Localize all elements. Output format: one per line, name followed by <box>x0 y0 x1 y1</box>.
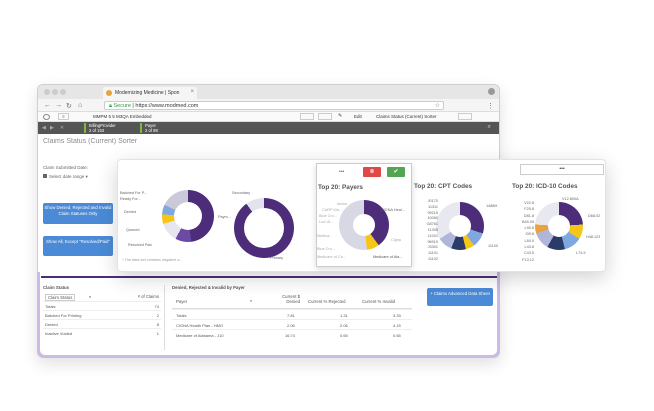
icd-donut[interactable] <box>535 202 583 250</box>
chart-label: Queued <box>126 228 140 232</box>
browser-tab[interactable]: Modernizing Medicine | Spon × <box>103 87 197 99</box>
claim-status-donut[interactable] <box>162 190 214 242</box>
chart-label: H48.123 <box>586 235 601 239</box>
chart-label: CIGNA Heal... <box>381 208 405 212</box>
frame-outline <box>37 272 500 358</box>
bookmark-star-icon[interactable]: ☆ <box>435 102 440 109</box>
chart-label: 11102 <box>428 256 438 261</box>
chart-label: Denied <box>124 210 137 214</box>
chart-label: Loc/ Al... <box>319 220 334 224</box>
back-icon[interactable]: ← <box>44 102 51 109</box>
chart-label: V12.800A <box>562 197 579 201</box>
show-all-label: Show All, Except "Resolved/Paid" <box>46 239 110 244</box>
home-icon[interactable]: ⌂ <box>78 102 82 109</box>
url-text: https://www.modmed.com <box>135 103 199 109</box>
confirm-selection-button[interactable]: ✔ <box>387 167 405 177</box>
chart-label: Aetna <box>337 202 347 206</box>
chart-label: Blue Cro... <box>319 214 337 218</box>
chart-label: CARP Ma... <box>322 208 342 212</box>
charts-card: Batched For P... Ready For... Denied Que… <box>117 159 606 272</box>
app-toolbar: ≡ MMPM 5 5 M3QA Embedded ✎ Edit Claims S… <box>38 112 499 122</box>
selection-value: 2 of 98 <box>145 128 158 133</box>
chart-label: Blue Cro... <box>317 247 335 251</box>
selection-value: 2 of 153 <box>89 128 105 133</box>
list-icon[interactable]: ≡ <box>58 113 69 120</box>
chart-label: Medica... <box>317 234 333 238</box>
sheet-selector[interactable]: Claims Status (Current) Sorter <box>376 114 454 119</box>
chart-label: Cigna <box>391 238 401 242</box>
search-icon[interactable]: ⌕ <box>488 124 491 131</box>
donut-hole <box>244 208 284 248</box>
donut-hole <box>353 214 375 236</box>
nav-bar: ← → ↻ ⌂ 🔒︎ Secure | https://www.modmed.c… <box>38 99 499 112</box>
sheet-list-icon[interactable] <box>458 113 472 120</box>
app-label[interactable]: MMPM 5 5 M3QA Embedded <box>93 114 152 119</box>
sheet-icon[interactable] <box>318 113 332 120</box>
clear-selections-icon[interactable]: ✕ <box>60 125 64 131</box>
cpt-donut[interactable] <box>436 202 484 250</box>
chart-label: 11100 <box>488 244 498 248</box>
more-options-icon: ••• <box>559 166 565 172</box>
cpt-left-labels: J0170 11311 99215 10060 G8761 11305 1100… <box>418 199 438 263</box>
show-denied-button[interactable]: Show Denied, Rejected and Invalid Claim … <box>43 203 113 224</box>
menu-icon[interactable]: ⋮ <box>487 102 494 110</box>
icd-left-labels: V22.8 F25.8 D81.8 B45.09 L90.8 I09.8 L84… <box>514 200 534 263</box>
selections-back-icon[interactable]: ◀ <box>42 125 46 131</box>
chart-label: Secondary <box>232 191 251 195</box>
chart-label: F13.12 <box>522 257 534 262</box>
window-dot-icon[interactable] <box>52 89 58 95</box>
donut-hole <box>174 202 202 230</box>
icd-chart-title: Top 20: ICD-10 Codes <box>512 183 578 190</box>
cpt-chart-title: Top 20: CPT Codes <box>414 183 473 190</box>
chart-label: L74.9 <box>576 251 586 255</box>
window-dot-icon[interactable] <box>44 89 50 95</box>
tab-title: Modernizing Medicine | Spon <box>115 90 180 96</box>
primary-secondary-donut[interactable] <box>234 198 294 258</box>
calendar-icon <box>43 174 47 178</box>
chart-label: Medicare of Ca... <box>317 255 346 259</box>
pencil-icon[interactable]: ✎ <box>338 113 342 119</box>
date-label: Claim Submitted Date: <box>43 165 89 170</box>
donut-hole <box>449 215 471 237</box>
chart-label: Batched For P... <box>120 191 147 195</box>
chart-label: Primary <box>270 256 284 260</box>
donut-hole <box>548 215 570 237</box>
show-denied-label: Show Denied, Rejected and Invalid Claim … <box>44 205 112 216</box>
navigation-icon[interactable] <box>43 114 50 120</box>
selections-bar: ◀ ▶ ✕ BillingProvider 2 of 153 Payer 2 of … <box>38 122 499 134</box>
edit-label[interactable]: Edit <box>354 114 362 119</box>
selection-chip[interactable]: BillingProvider 2 of 153 <box>84 123 136 133</box>
selections-forward-icon[interactable]: ▶ <box>50 125 54 131</box>
chart-label: Resolved Paid <box>128 243 153 247</box>
address-bar[interactable]: 🔒︎ Secure | https://www.modmed.com ☆ <box>104 101 444 110</box>
cancel-selection-button[interactable]: ⊗ <box>363 167 381 177</box>
secure-label: Secure <box>113 103 131 109</box>
payers-chart-title: Top 20: Payers <box>318 184 363 191</box>
profile-icon[interactable] <box>488 88 495 95</box>
window-dot-icon[interactable] <box>60 89 66 95</box>
payers-chart-popup: ••• ⊗ ✔ Top 20: Payers Aetna CARP Ma... … <box>316 163 412 267</box>
more-options-icon[interactable]: ••• <box>339 169 344 175</box>
chart-label: Ready For... <box>120 197 141 201</box>
date-range-picker[interactable]: Select date range ▾ <box>43 174 88 180</box>
show-all-button[interactable]: Show All, Except "Resolved/Paid" <box>43 236 113 256</box>
close-tab-icon[interactable]: × <box>190 89 194 95</box>
chart-label: Medicare of Ala... <box>373 255 403 259</box>
chart-label: 1488H <box>486 204 498 208</box>
icd-menu-button[interactable]: ••• <box>520 164 604 175</box>
title-bar: Modernizing Medicine | Spon × <box>38 85 499 99</box>
bookmark-icon[interactable] <box>300 113 314 120</box>
date-placeholder: Select date range <box>49 174 85 179</box>
sheet-title: Claims Status (Current) Sorter <box>43 138 138 145</box>
chart-label: Paym... <box>218 215 231 219</box>
favicon-icon <box>106 90 112 96</box>
chart-label: D68.02 <box>588 214 601 218</box>
reload-icon[interactable]: ↻ <box>66 102 72 110</box>
chart-note: * The data set contains negative o... <box>122 258 183 262</box>
selection-chip[interactable]: Payer 2 of 98 <box>140 123 190 133</box>
forward-icon[interactable]: → <box>55 102 62 109</box>
